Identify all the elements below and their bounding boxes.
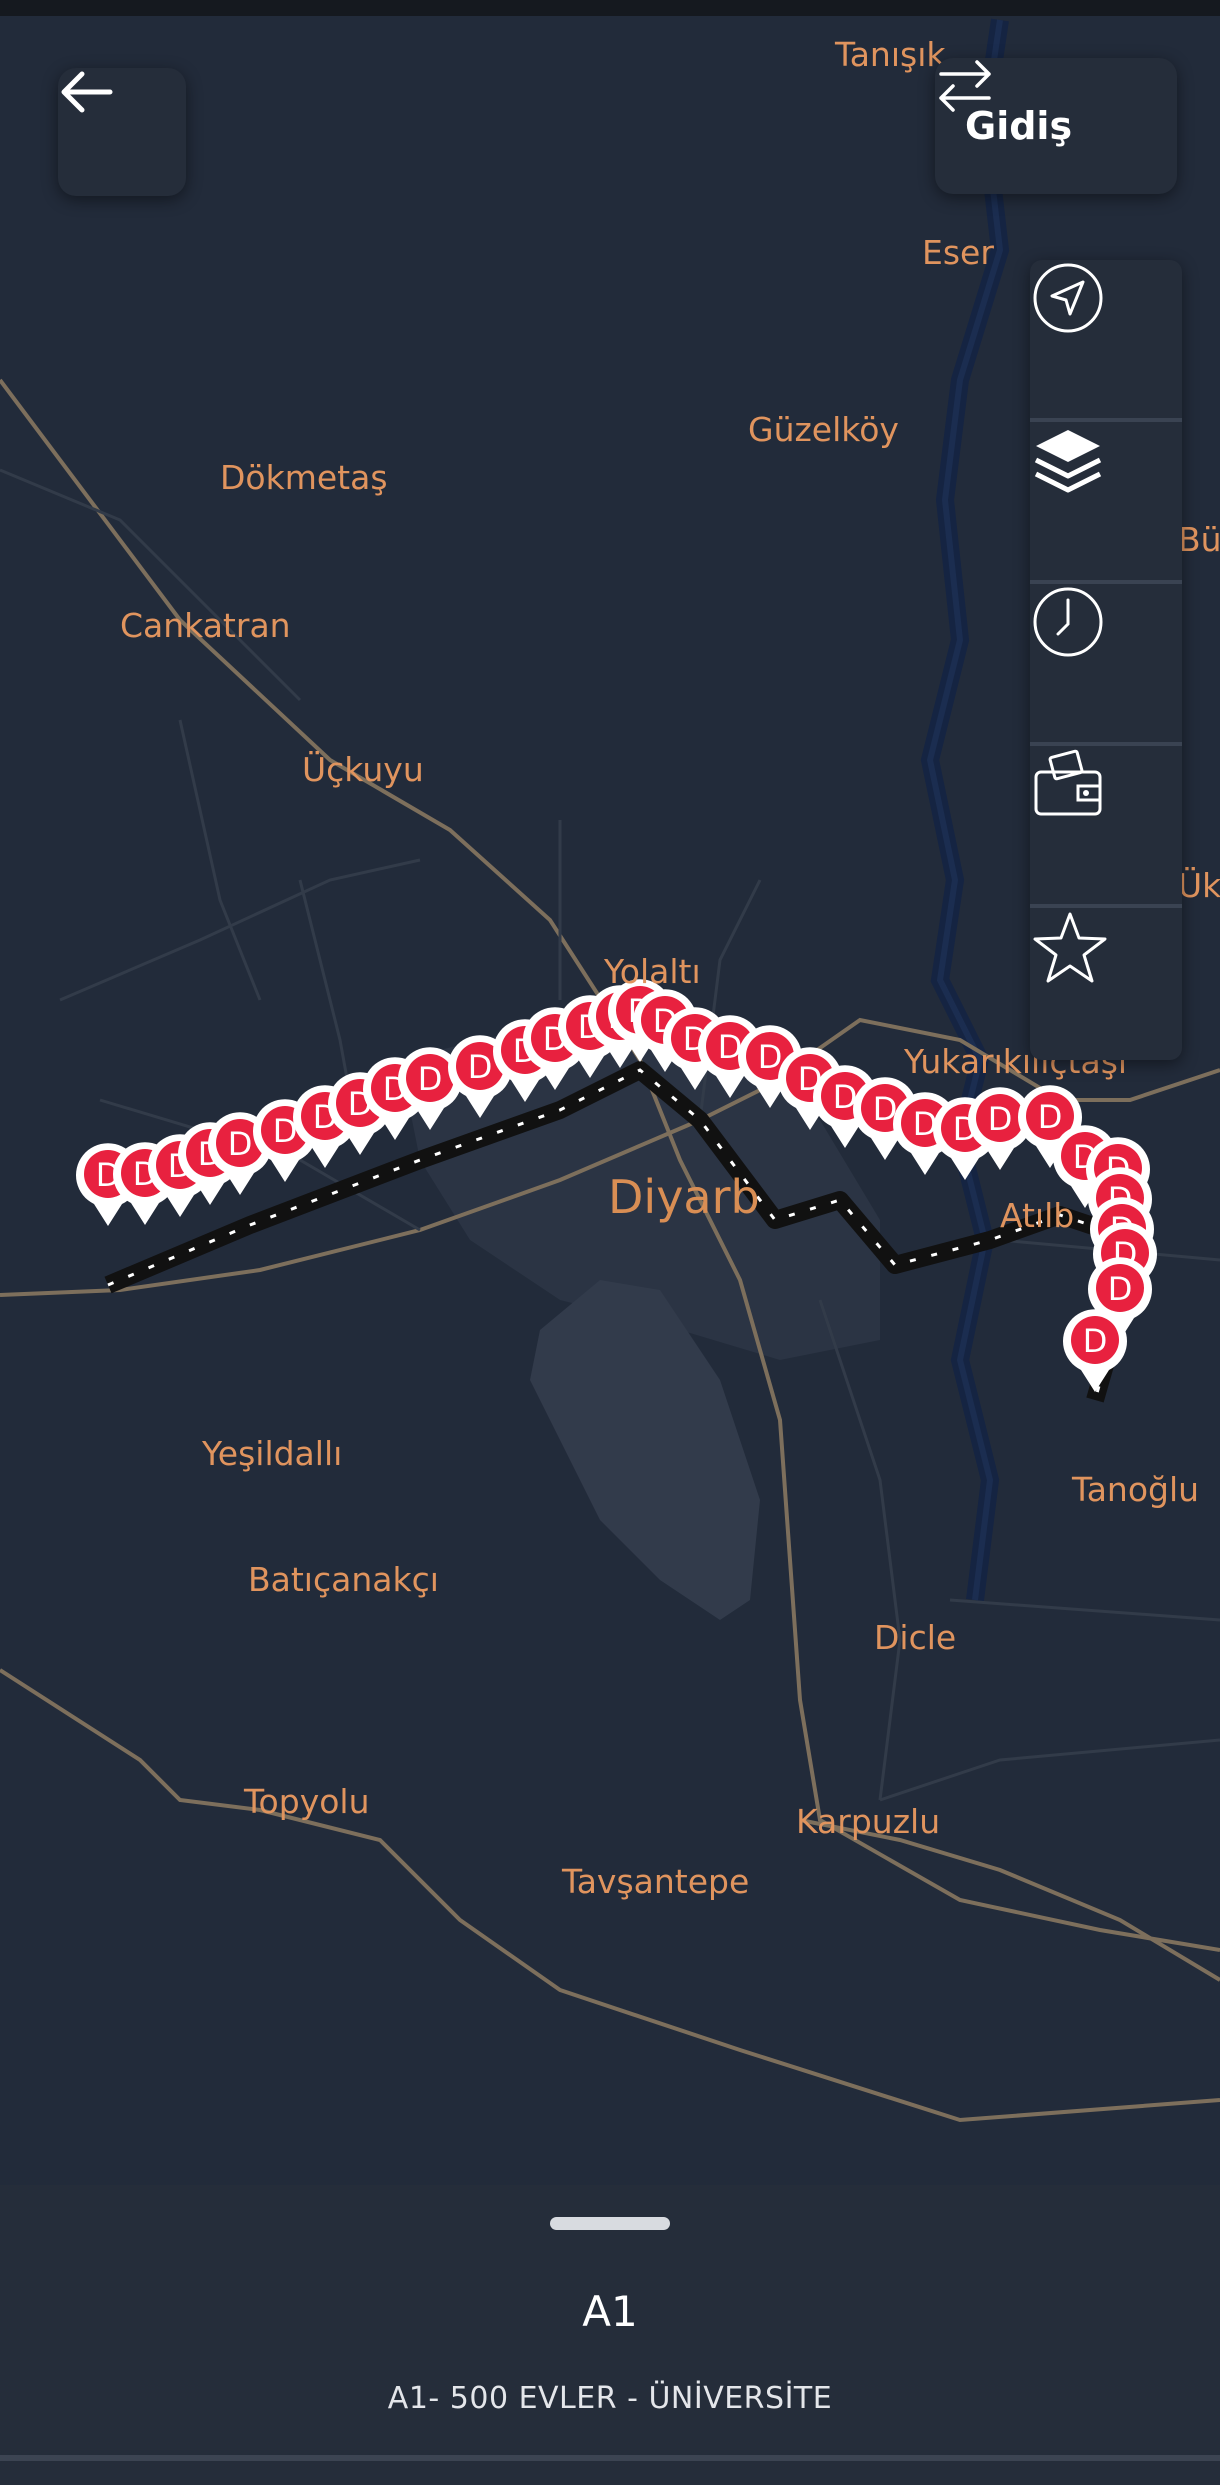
marker-letter: D <box>1108 1270 1133 1308</box>
place-label: Dicle <box>874 1618 957 1657</box>
status-bar <box>0 0 1220 16</box>
place-label: Tanoğlu <box>1072 1470 1200 1509</box>
marker-letter: D <box>418 1060 443 1098</box>
place-label: Karpuzlu <box>796 1802 941 1841</box>
navigation-arrow-icon <box>1033 263 1103 333</box>
route-code: A1 <box>582 2287 638 2336</box>
place-label: Dökmetaş <box>220 458 388 497</box>
place-label: Topyolu <box>244 1782 370 1821</box>
place-label-city: Diyarb <box>608 1170 760 1224</box>
divider <box>0 2455 1220 2461</box>
layers-button[interactable] <box>1030 422 1182 580</box>
route-bottom-sheet[interactable]: A1 A1- 500 EVLER - ÜNİVERSİTE <box>0 2185 1220 2485</box>
place-label: Üçkuyu <box>302 750 424 789</box>
bus-stop-marker[interactable]: D <box>1063 1309 1127 1392</box>
favorite-button[interactable] <box>1030 908 1182 1066</box>
sheet-drag-handle[interactable] <box>550 2217 670 2230</box>
place-label: Büy <box>1178 520 1220 559</box>
marker-letter: D <box>988 1100 1013 1138</box>
place-label: Batıçanakçı <box>248 1560 439 1599</box>
layers-icon <box>1034 430 1102 493</box>
map-tools-panel <box>1030 260 1182 1060</box>
place-label: Yeşildallı <box>202 1434 343 1473</box>
place-label: Yolaltı <box>604 952 701 991</box>
place-label: Atılb <box>1000 1196 1075 1235</box>
place-label: Ük <box>1178 866 1220 905</box>
marker-letter: D <box>758 1038 783 1076</box>
route-name: A1- 500 EVLER - ÜNİVERSİTE <box>387 2381 833 2416</box>
fare-button[interactable] <box>1030 746 1182 904</box>
place-label: Tavşantepe <box>562 1862 750 1901</box>
place-label: Güzelköy <box>748 410 899 449</box>
wallet-icon <box>1034 749 1102 816</box>
place-label: Tanışık <box>835 35 946 74</box>
place-label: Cankatran <box>120 606 291 645</box>
marker-letter: D <box>468 1048 493 1086</box>
marker-letter: D <box>228 1125 253 1163</box>
back-button[interactable] <box>58 68 186 196</box>
arrow-left-icon <box>61 71 113 113</box>
direction-toggle-button[interactable]: Gidiş <box>935 58 1177 194</box>
map-view[interactable]: DDDDDDDDDDDDDDDDDDDDDDDDDDDDDDDDDD Tanış… <box>0 0 1220 2185</box>
clock-icon <box>1033 587 1103 657</box>
star-icon <box>1033 912 1107 983</box>
marker-letter: D <box>1083 1322 1108 1360</box>
schedule-button[interactable] <box>1030 584 1182 742</box>
marker-letter: D <box>1038 1098 1063 1136</box>
place-label: Eser <box>922 233 994 272</box>
locate-button[interactable] <box>1030 260 1182 418</box>
swap-arrows-icon <box>939 60 991 112</box>
